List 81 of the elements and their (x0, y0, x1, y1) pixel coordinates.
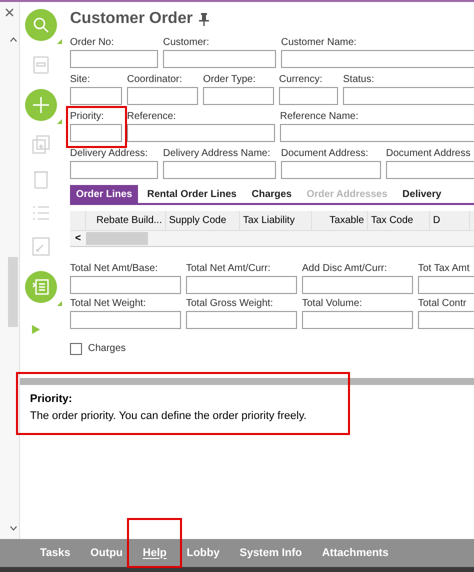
field-label: Customer: (163, 37, 210, 50)
checkbox-label: Charges (88, 342, 126, 356)
field-label: Delivery Address: (70, 148, 149, 161)
column-header[interactable]: D (430, 211, 470, 230)
corner-icon (57, 39, 62, 44)
field-label: Customer Name: (281, 37, 358, 50)
save-icon[interactable] (32, 55, 50, 75)
input-field[interactable] (203, 87, 274, 105)
field-label: Document Address: (281, 148, 370, 161)
field-label: Tot Tax Amt (418, 263, 471, 276)
tab[interactable]: Rental Order Lines (141, 185, 243, 203)
column-header[interactable]: Tax Liability (240, 211, 312, 230)
field-label: Total Contr (418, 298, 468, 311)
field-label: Total Volume: (302, 298, 364, 311)
help-text: The order priority. You can define the order priority freely. (30, 408, 308, 424)
field-label: Document Address (386, 148, 472, 161)
input-field[interactable] (186, 311, 297, 329)
pin-icon[interactable] (198, 12, 209, 26)
document-list-icon (32, 278, 50, 296)
help-title: Priority: (30, 392, 74, 407)
add-button[interactable] (25, 89, 57, 121)
scrollbar-thumb[interactable] (8, 257, 18, 327)
tab[interactable]: Order Lines (70, 185, 138, 203)
input-field[interactable] (343, 87, 474, 105)
field-label: Site: (70, 74, 92, 87)
field-label: Total Net Amt/Curr: (186, 263, 272, 276)
input-field[interactable] (70, 124, 122, 142)
tab[interactable]: Delivery (396, 185, 448, 203)
play-icon[interactable] (32, 325, 40, 334)
input-field[interactable] (279, 87, 338, 105)
input-field[interactable] (281, 50, 474, 68)
field-label: Priority: (70, 111, 105, 124)
search-icon (33, 17, 49, 33)
corner-icon (57, 301, 62, 306)
input-field[interactable] (302, 311, 413, 329)
delete-icon[interactable] (32, 169, 50, 189)
input-field[interactable] (186, 276, 297, 294)
field-label: Coordinator: (127, 74, 184, 87)
details-button[interactable] (25, 271, 57, 303)
column-header[interactable]: Rebate Build... (86, 211, 166, 230)
field-label: Total Gross Weight: (186, 298, 274, 311)
field-label: Order No: (70, 37, 115, 50)
plus-icon (32, 96, 50, 114)
field-label: Total Net Amt/Base: (70, 263, 159, 276)
close-icon[interactable] (5, 8, 14, 17)
scrollbar-thumb[interactable] (86, 232, 148, 245)
input-field[interactable] (70, 87, 122, 105)
input-field[interactable] (70, 50, 158, 68)
input-field[interactable] (302, 276, 413, 294)
field-label: Total Net Weight: (70, 298, 147, 311)
highlight-frame (66, 106, 127, 148)
field-label: Currency: (279, 74, 324, 87)
input-field[interactable] (127, 87, 198, 105)
input-field[interactable] (127, 124, 275, 142)
column-header[interactable]: Taxable (312, 211, 368, 230)
input-field[interactable] (70, 276, 181, 294)
search-button[interactable] (25, 9, 57, 41)
field-label: Status: (343, 74, 376, 87)
checkbox[interactable] (70, 342, 82, 354)
input-field[interactable] (281, 161, 381, 179)
input-field[interactable] (386, 161, 474, 179)
chevron-up-icon[interactable] (10, 37, 17, 42)
input-field[interactable] (163, 50, 276, 68)
duplicate-icon[interactable] (32, 135, 50, 155)
field-label: Reference: (127, 111, 177, 124)
input-field[interactable] (70, 311, 181, 329)
input-field[interactable] (280, 124, 474, 142)
tab[interactable]: Charges (246, 185, 298, 203)
input-field[interactable] (163, 161, 276, 179)
column-header[interactable]: Supply Code (166, 211, 240, 230)
scroll-left-button[interactable]: < (70, 231, 86, 246)
window-title: Customer Order (70, 9, 193, 29)
field-label: Reference Name: (280, 111, 360, 124)
field-label: Order Type: (203, 74, 257, 87)
column-header[interactable]: Tax Code (368, 211, 430, 230)
corner-icon (57, 119, 62, 124)
highlight-frame (127, 518, 182, 568)
field-label: Add Disc Amt/Curr: (302, 263, 388, 276)
chevron-down-icon[interactable] (10, 526, 17, 531)
field-label: Delivery Address Name: (163, 148, 272, 161)
input-field[interactable] (70, 161, 158, 179)
